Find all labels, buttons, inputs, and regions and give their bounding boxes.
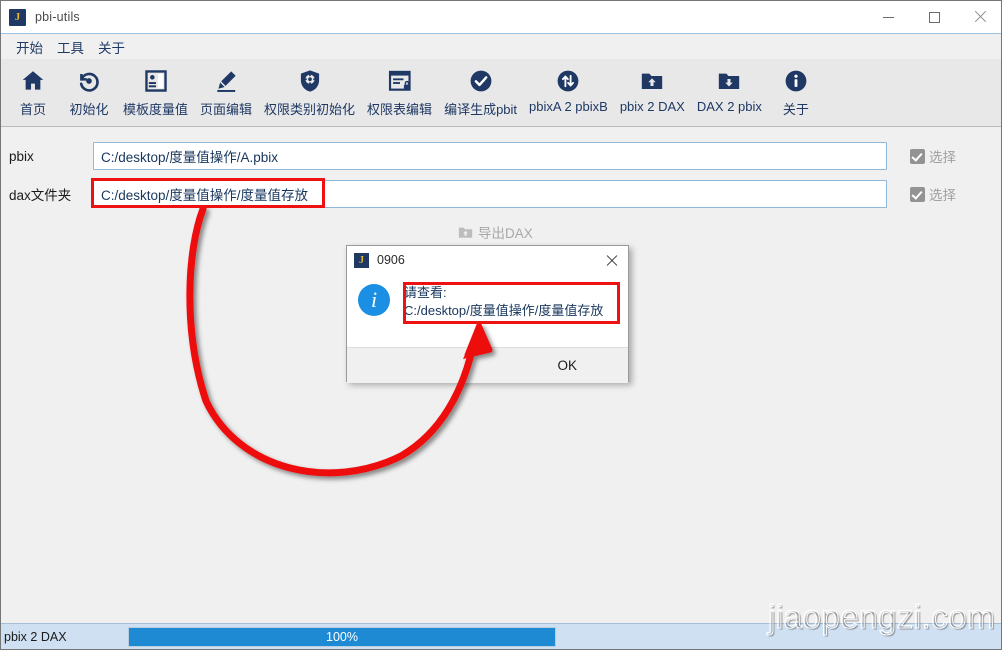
menu-item-start[interactable]: 开始 — [9, 35, 50, 59]
minimize-button[interactable] — [865, 1, 911, 33]
close-icon — [974, 11, 986, 23]
toolbar-button-permission-category-init[interactable]: 权限类别初始化 — [258, 59, 361, 118]
window-title: pbi-utils — [35, 10, 80, 24]
pencil-edit-icon — [213, 65, 239, 97]
dialog-message-line2: C:/desktop/度量值操作/度量值存放 — [404, 303, 604, 318]
toolbar-label-compile-pbit: 编译生成pbit — [444, 102, 518, 117]
folder-down-arrow-icon — [716, 65, 742, 97]
dax-folder-path-input[interactable]: C:/desktop/度量值操作/度量值存放 — [93, 180, 887, 208]
field-row-pbix: pbix C:/desktop/度量值操作/A.pbix 选择 — [1, 141, 1001, 171]
dax-folder-select-label: 选择 — [929, 188, 956, 203]
dialog-ok-button[interactable]: OK — [547, 355, 587, 376]
status-bar: pbix 2 DAX 100% — [1, 623, 1001, 649]
menu-item-tools[interactable]: 工具 — [50, 35, 91, 59]
window-controls — [865, 1, 1001, 33]
transfer-arrows-circle-icon — [555, 65, 581, 97]
dax-folder-select-checkbox[interactable]: 选择 — [910, 184, 956, 204]
check-circle-icon — [468, 65, 494, 97]
toolbar-button-pbix-2-dax[interactable]: pbix 2 DAX — [614, 59, 691, 114]
info-circle-icon: i — [358, 284, 390, 316]
pbix-select-label: 选择 — [929, 150, 956, 165]
progress-bar: 100% — [128, 627, 556, 647]
toolbar: 首页 初始化 模板度量值 页面编辑 权限类别初始化 权限表编辑 编译生成pbit… — [1, 59, 1001, 127]
close-button[interactable] — [957, 1, 1001, 33]
toolbar-button-home[interactable]: 首页 — [5, 59, 61, 118]
app-j-icon: J — [354, 252, 369, 268]
toolbar-label-template-measure: 模板度量值 — [123, 102, 189, 117]
toolbar-label-pbix-2-dax: pbix 2 DAX — [619, 99, 685, 114]
toolbar-label-init: 初始化 — [69, 102, 109, 117]
refresh-counterclockwise-icon — [76, 65, 102, 97]
toolbar-button-permission-table-edit[interactable]: 权限表编辑 — [361, 59, 438, 118]
maximize-icon — [928, 11, 940, 23]
document-lock-icon — [387, 65, 413, 97]
toolbar-label-home: 首页 — [19, 102, 46, 117]
toolbar-button-about[interactable]: 关于 — [768, 59, 824, 118]
title-bar: J pbi-utils — [1, 1, 1001, 33]
home-icon — [20, 65, 46, 97]
dialog-footer: OK — [347, 347, 628, 383]
menu-bar: 开始 工具 关于 — [1, 34, 1001, 59]
export-dax-button[interactable]: 导出DAX — [457, 220, 533, 244]
shield-gear-icon — [297, 65, 323, 97]
folder-up-arrow-icon — [457, 224, 474, 241]
toolbar-label-permission-category-init: 权限类别初始化 — [264, 102, 356, 117]
toolbar-label-dax-2-pbix: DAX 2 pbix — [696, 99, 762, 114]
toolbar-label-about: 关于 — [782, 102, 809, 117]
menu-item-about[interactable]: 关于 — [91, 35, 132, 59]
pbix-select-checkbox[interactable]: 选择 — [910, 146, 956, 166]
toolbar-button-template-measure[interactable]: 模板度量值 — [117, 59, 194, 118]
close-icon — [606, 255, 617, 266]
pbix-path-input[interactable]: C:/desktop/度量值操作/A.pbix — [93, 142, 887, 170]
dialog-message-line1: 请查看: — [404, 285, 447, 300]
toolbar-label-page-edit: 页面编辑 — [200, 102, 253, 117]
export-dax-label: 导出DAX — [478, 226, 533, 241]
template-panel-icon — [143, 65, 169, 97]
app-j-icon: J — [9, 8, 26, 26]
minimize-icon — [882, 16, 894, 18]
info-circle-icon — [783, 65, 809, 97]
toolbar-button-compile-pbit[interactable]: 编译生成pbit — [438, 59, 523, 118]
checkbox-checked-icon — [910, 148, 925, 164]
toolbar-button-dax-2-pbix[interactable]: DAX 2 pbix — [691, 59, 768, 114]
application-window: J pbi-utils 开始 工具 关于 首页 初始化 模板度量值 页面编辑 权… — [0, 0, 1002, 650]
maximize-button[interactable] — [911, 1, 957, 33]
field-label-dax-folder: dax文件夹 — [9, 188, 72, 203]
toolbar-label-permission-table-edit: 权限表编辑 — [367, 102, 433, 117]
message-dialog: J 0906 i 请查看: C:/desktop/度量值操作/度量值存放 OK — [346, 245, 629, 383]
toolbar-button-pbixa-2-pbixb[interactable]: pbixA 2 pbixB — [523, 59, 614, 114]
dialog-close-button[interactable] — [594, 246, 628, 274]
status-task-label: pbix 2 DAX — [4, 630, 67, 644]
folder-up-arrow-icon — [639, 65, 665, 97]
dialog-title-bar: J 0906 — [347, 246, 628, 275]
dialog-title: 0906 — [377, 253, 405, 267]
progress-bar-label: 100% — [326, 630, 358, 644]
checkbox-checked-icon — [910, 186, 925, 202]
toolbar-label-pbixa-2-pbixb: pbixA 2 pbixB — [529, 99, 608, 114]
toolbar-button-init[interactable]: 初始化 — [61, 59, 117, 118]
dialog-message: 请查看: C:/desktop/度量值操作/度量值存放 — [404, 284, 603, 320]
field-row-dax-folder: dax文件夹 C:/desktop/度量值操作/度量值存放 选择 — [1, 179, 1001, 209]
dialog-body: i 请查看: C:/desktop/度量值操作/度量值存放 — [347, 275, 628, 347]
field-label-pbix: pbix — [9, 148, 34, 164]
toolbar-button-page-edit[interactable]: 页面编辑 — [194, 59, 258, 118]
